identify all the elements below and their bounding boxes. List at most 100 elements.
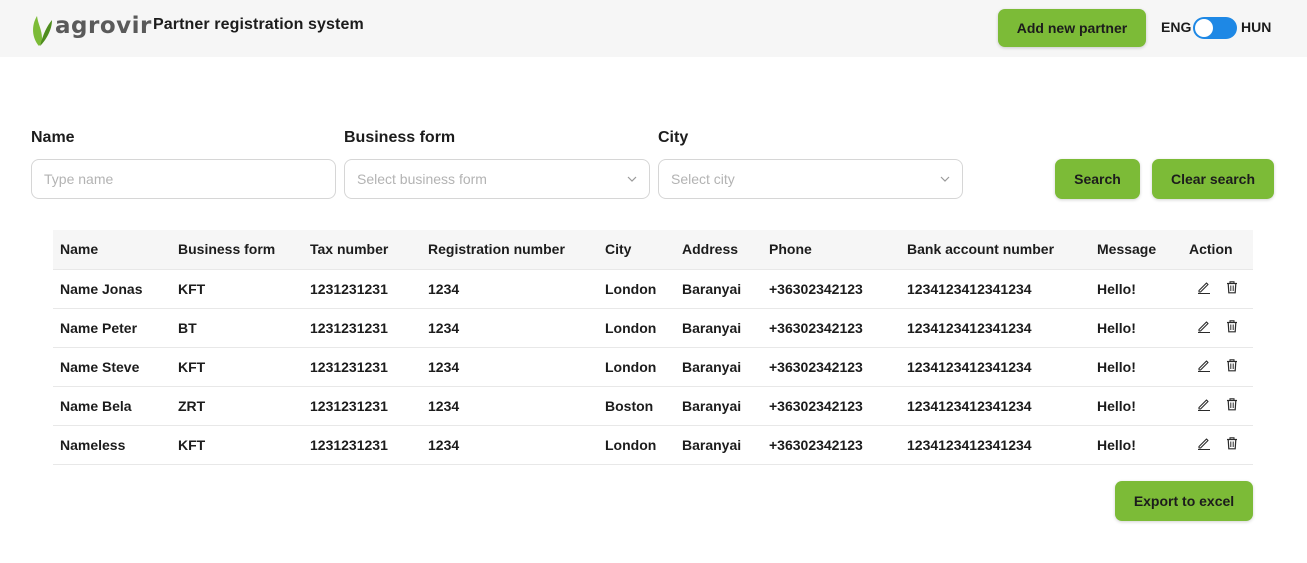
cell-bank: 1234123412341234 (900, 308, 1090, 348)
cell-name: Name Jonas (53, 269, 171, 309)
logo-text: agrovir (55, 13, 152, 39)
cell-tax: 1231231231 (303, 425, 421, 465)
row-actions (1189, 319, 1239, 333)
trash-icon[interactable] (1225, 397, 1239, 411)
table-row: Name Steve KFT 1231231231 1234 London Baranya… (53, 347, 1253, 387)
pencil-icon[interactable] (1197, 397, 1211, 411)
column-header-bank-account: Bank account number (900, 230, 1090, 270)
cell-phone: +36302342123 (762, 425, 900, 465)
table-header-row: Name Business form Tax number Registrati… (53, 230, 1253, 270)
pencil-icon[interactable] (1197, 319, 1211, 333)
cell-name: Name Bela (53, 386, 171, 426)
cell-phone: +36302342123 (762, 386, 900, 426)
cell-bank: 1234123412341234 (900, 425, 1090, 465)
cell-business-form: KFT (171, 269, 303, 309)
table-row: Name Bela ZRT 1231231231 1234 Boston Baranyai… (53, 386, 1253, 426)
cell-name: Name Peter (53, 308, 171, 348)
cell-business-form: ZRT (171, 386, 303, 426)
cell-action (1182, 386, 1253, 426)
column-header-business-form: Business form (171, 230, 303, 270)
column-header-city: City (598, 230, 675, 270)
row-actions (1189, 358, 1239, 372)
cell-phone: +36302342123 (762, 269, 900, 309)
trash-icon[interactable] (1225, 358, 1239, 372)
cell-phone: +36302342123 (762, 308, 900, 348)
table-body: Name Jonas KFT 1231231231 1234 London Baranya… (53, 269, 1253, 465)
cell-bank: 1234123412341234 (900, 347, 1090, 387)
name-search-input[interactable] (31, 159, 336, 199)
cell-tax: 1231231231 (303, 347, 421, 387)
cell-name: Nameless (53, 425, 171, 465)
cell-business-form: KFT (171, 347, 303, 387)
cell-tax: 1231231231 (303, 308, 421, 348)
cell-bank: 1234123412341234 (900, 269, 1090, 309)
cell-city: London (598, 308, 675, 348)
cell-name: Name Steve (53, 347, 171, 387)
row-actions (1189, 436, 1239, 450)
row-actions (1189, 280, 1239, 294)
cell-action (1182, 347, 1253, 387)
cell-reg: 1234 (421, 386, 598, 426)
cell-tax: 1231231231 (303, 386, 421, 426)
cell-city: London (598, 269, 675, 309)
cell-message: Hello! (1090, 347, 1182, 387)
cell-bank: 1234123412341234 (900, 386, 1090, 426)
pencil-icon[interactable] (1197, 436, 1211, 450)
name-filter-label: Name (31, 129, 75, 146)
chevron-down-icon (940, 176, 950, 182)
cell-address: Baranyai (675, 386, 762, 426)
cell-message: Hello! (1090, 308, 1182, 348)
trash-icon[interactable] (1225, 319, 1239, 333)
cell-action (1182, 425, 1253, 465)
trash-icon[interactable] (1225, 436, 1239, 450)
column-header-tax-number: Tax number (303, 230, 421, 270)
cell-address: Baranyai (675, 425, 762, 465)
cell-reg: 1234 (421, 425, 598, 465)
pencil-icon[interactable] (1197, 358, 1211, 372)
cell-message: Hello! (1090, 386, 1182, 426)
trash-icon[interactable] (1225, 280, 1239, 294)
city-filter-label: City (658, 129, 689, 146)
language-toggle[interactable] (1193, 17, 1237, 39)
export-to-excel-button[interactable]: Export to excel (1115, 481, 1253, 521)
cell-business-form: KFT (171, 425, 303, 465)
search-button[interactable]: Search (1055, 159, 1140, 199)
cell-reg: 1234 (421, 269, 598, 309)
agrovir-logo: agrovir (30, 8, 151, 48)
cell-tax: 1231231231 (303, 269, 421, 309)
cell-city: London (598, 347, 675, 387)
cell-city: London (598, 425, 675, 465)
cell-business-form: BT (171, 308, 303, 348)
cell-phone: +36302342123 (762, 347, 900, 387)
pencil-icon[interactable] (1197, 280, 1211, 294)
toggle-knob (1195, 19, 1213, 37)
table-row: Name Peter BT 1231231231 1234 London Baranyai… (53, 308, 1253, 348)
table-row: Name Jonas KFT 1231231231 1234 London Baranya… (53, 269, 1253, 309)
cell-action (1182, 269, 1253, 309)
column-header-action: Action (1182, 230, 1253, 270)
cell-reg: 1234 (421, 347, 598, 387)
business-form-select[interactable]: Select business form (344, 159, 650, 199)
city-select[interactable]: Select city (658, 159, 963, 199)
business-form-placeholder: Select business form (357, 171, 487, 187)
cell-message: Hello! (1090, 425, 1182, 465)
cell-action (1182, 308, 1253, 348)
partners-table: Name Business form Tax number Registrati… (53, 230, 1253, 465)
cell-reg: 1234 (421, 308, 598, 348)
column-header-name: Name (53, 230, 171, 270)
cell-address: Baranyai (675, 347, 762, 387)
cell-address: Baranyai (675, 308, 762, 348)
column-header-registration-number: Registration number (421, 230, 598, 270)
add-new-partner-button[interactable]: Add new partner (998, 9, 1146, 47)
column-header-phone: Phone (762, 230, 900, 270)
column-header-message: Message (1090, 230, 1182, 270)
top-bar: agrovir Partner registration system Add … (0, 0, 1307, 57)
clear-search-button[interactable]: Clear search (1152, 159, 1274, 199)
language-label-eng: ENG (1161, 19, 1192, 35)
column-header-address: Address (675, 230, 762, 270)
cell-message: Hello! (1090, 269, 1182, 309)
cell-city: Boston (598, 386, 675, 426)
language-label-hun: HUN (1241, 19, 1272, 35)
cell-address: Baranyai (675, 269, 762, 309)
chevron-down-icon (627, 176, 637, 182)
